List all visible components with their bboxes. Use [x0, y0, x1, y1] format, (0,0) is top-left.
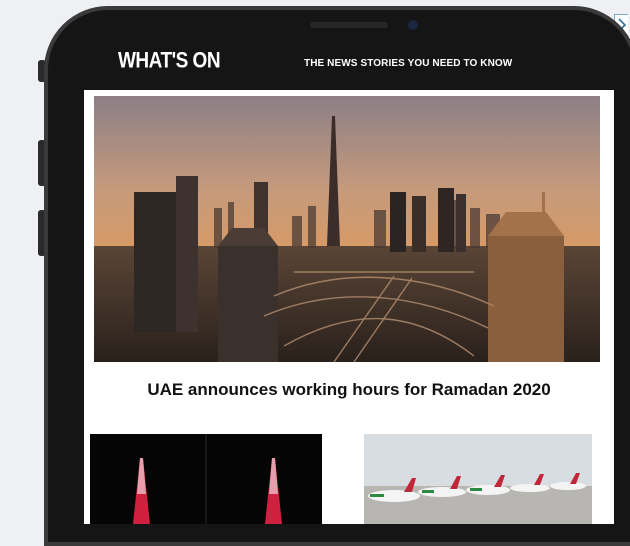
burj-khalifa-night-image	[90, 434, 322, 524]
header-tagline: THE NEWS STORIES YOU NEED TO KNOW	[304, 58, 513, 69]
feature-headline[interactable]: UAE announces working hours for Ramadan …	[84, 380, 614, 400]
dubai-skyline-image	[94, 96, 600, 362]
story-thumbnail-left[interactable]	[90, 434, 322, 524]
whats-on-logo[interactable]: WHAT'S ON	[118, 49, 221, 74]
feature-image[interactable]	[94, 96, 600, 362]
phone-speaker	[310, 22, 388, 28]
email-screen: UAE announces working hours for Ramadan …	[84, 90, 614, 524]
emirates-planes-image	[364, 434, 592, 524]
phone-camera	[408, 20, 418, 30]
story-thumbnail-right[interactable]	[364, 434, 592, 524]
